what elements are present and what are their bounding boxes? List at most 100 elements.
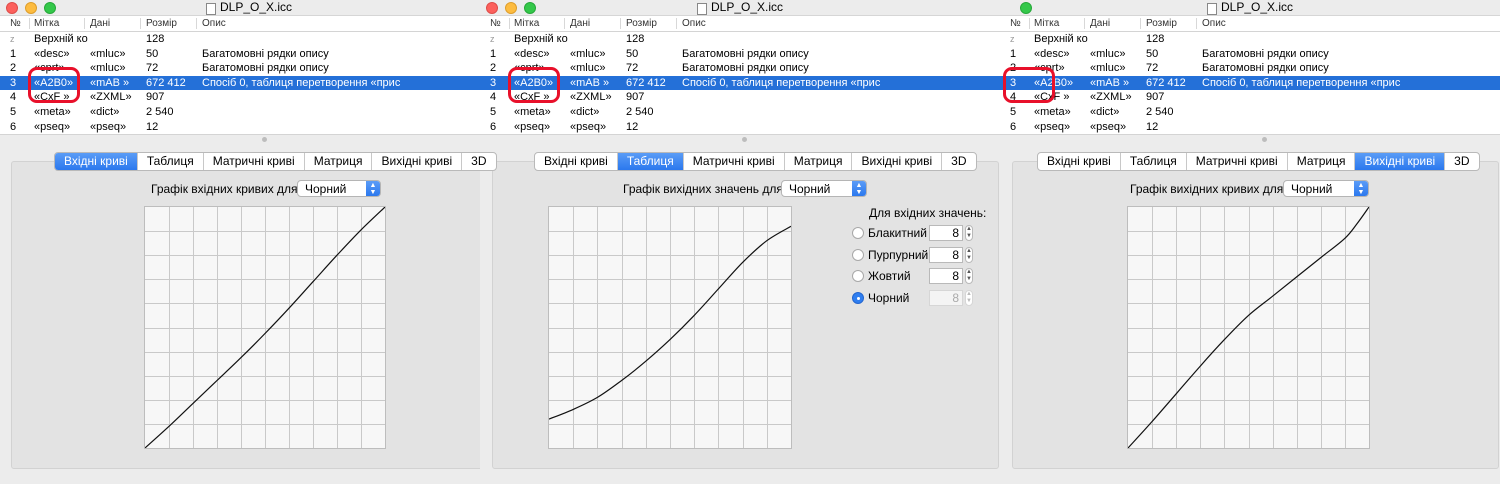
channel-select[interactable]: Чорний ▲ ▼ <box>297 180 381 197</box>
tab-1[interactable]: Таблиця <box>138 153 204 170</box>
table-row[interactable]: 2 «cprt» «mluc» 72 Багатомовні рядки опису <box>480 61 1000 76</box>
close-button[interactable] <box>6 2 18 14</box>
zoom-button[interactable] <box>1020 2 1032 14</box>
tab-5[interactable]: 3D <box>1445 153 1478 170</box>
tab-1[interactable]: Таблиця <box>1121 153 1187 170</box>
table-row[interactable]: 5 «meta» «dict» 2 540 <box>1000 105 1500 120</box>
split-divider[interactable] <box>480 134 1000 143</box>
value-field[interactable]: 8 <box>929 247 963 263</box>
table-row[interactable]: 4 «CxF » «ZXML» 907 <box>0 90 498 105</box>
column-divider[interactable] <box>620 18 621 29</box>
radio-yellow[interactable] <box>852 270 864 282</box>
table-cell-data: «ZXML» <box>1090 91 1132 104</box>
divider-handle[interactable] <box>1262 137 1267 142</box>
table-row[interactable]: 6 «pseq» «pseq» 12 <box>480 120 1000 135</box>
tab-2[interactable]: Матричні криві <box>204 153 305 170</box>
value-field[interactable]: 8 <box>929 225 963 241</box>
value-field[interactable]: 8 <box>929 268 963 284</box>
channel-select[interactable]: Чорний ▲ ▼ <box>1283 180 1369 197</box>
minimize-button[interactable] <box>505 2 517 14</box>
tab-4[interactable]: Вихідні криві <box>372 153 463 170</box>
column-header[interactable]: Розмір <box>626 18 657 29</box>
table-row[interactable]: z Верхній ко 128 <box>1000 32 1500 47</box>
stepper-icon[interactable]: ▲ ▼ <box>965 225 973 241</box>
column-header[interactable]: Розмір <box>146 18 177 29</box>
tab-2[interactable]: Матричні криві <box>1187 153 1288 170</box>
table-row[interactable]: 3 «A2B0» «mAB » 672 412 Спосіб 0, таблиця пе… <box>0 75 498 91</box>
tab-2[interactable]: Матричні криві <box>684 153 785 170</box>
tab-0[interactable]: Вхідні криві <box>55 153 138 170</box>
column-divider[interactable] <box>509 18 510 29</box>
column-divider[interactable] <box>1196 18 1197 29</box>
column-divider[interactable] <box>564 18 565 29</box>
tab-5[interactable]: 3D <box>942 153 975 170</box>
divider-handle[interactable] <box>262 137 267 142</box>
tab-5[interactable]: 3D <box>462 153 495 170</box>
column-divider[interactable] <box>1084 18 1085 29</box>
close-button[interactable] <box>486 2 498 14</box>
channel-select[interactable]: Чорний ▲ ▼ <box>781 180 867 197</box>
table-row[interactable]: 4 «CxF » «ZXML» 907 <box>480 90 1000 105</box>
column-divider[interactable] <box>84 18 85 29</box>
table-row[interactable]: 2 «cprt» «mluc» 72 Багатомовні рядки опису <box>0 61 498 76</box>
tab-3[interactable]: Матриця <box>785 153 853 170</box>
zoom-button[interactable] <box>44 2 56 14</box>
column-divider[interactable] <box>29 18 30 29</box>
window-title: DLP_O_X.icc <box>710 0 784 14</box>
column-divider[interactable] <box>196 18 197 29</box>
split-divider[interactable] <box>0 134 498 143</box>
column-header[interactable]: Опис <box>682 18 706 29</box>
column-header[interactable]: Мітка <box>34 18 59 29</box>
tab-4[interactable]: Вихідні криві <box>1355 153 1446 170</box>
table-cell-no: 1 <box>1010 47 1017 60</box>
column-divider[interactable] <box>1140 18 1141 29</box>
tab-3[interactable]: Матриця <box>1288 153 1356 170</box>
table-row[interactable]: 4 «CxF » «ZXML» 907 <box>1000 90 1500 105</box>
column-divider[interactable] <box>140 18 141 29</box>
table-row[interactable]: z Верхній ко 128 <box>0 32 498 47</box>
table-cell-no: 4 <box>1010 91 1017 104</box>
column-header[interactable]: Опис <box>1202 18 1226 29</box>
column-header[interactable]: Мітка <box>514 18 539 29</box>
table-row[interactable]: 5 «meta» «dict» 2 540 <box>480 105 1000 120</box>
tab-0[interactable]: Вхідні криві <box>535 153 618 170</box>
column-header[interactable]: Дані <box>1090 18 1110 29</box>
column-header[interactable]: Опис <box>202 18 226 29</box>
tab-1[interactable]: Таблиця <box>617 153 684 170</box>
tab-0[interactable]: Вхідні криві <box>1038 153 1121 170</box>
column-divider[interactable] <box>1029 18 1030 29</box>
table-row[interactable]: 2 «cprt» «mluc» 72 Багатомовні рядки опису <box>1000 61 1500 76</box>
table-row[interactable]: z Верхній ко 128 <box>480 32 1000 47</box>
stepper-icon[interactable]: ▲ ▼ <box>965 247 973 263</box>
table-row[interactable]: 6 «pseq» «pseq» 12 <box>0 120 498 135</box>
divider-handle[interactable] <box>742 137 747 142</box>
column-header[interactable]: № <box>10 18 21 29</box>
column-divider[interactable] <box>676 18 677 29</box>
table-cell-data: «mluc» <box>1090 62 1126 75</box>
column-header[interactable]: Дані <box>570 18 590 29</box>
table-row[interactable]: 3 «A2B0» «mAB » 672 412 Спосіб 0, таблиця пе… <box>480 75 1000 91</box>
column-header[interactable]: № <box>490 18 501 29</box>
column-header[interactable]: Розмір <box>1146 18 1177 29</box>
stepper-icon[interactable]: ▲ ▼ <box>965 268 973 284</box>
table-row[interactable]: 1 «desc» «mluc» 50 Багатомовні рядки опису <box>0 47 498 62</box>
table-row[interactable]: 1 «desc» «mluc» 50 Багатомовні рядки опису <box>1000 47 1500 62</box>
table-cell-size: 907 <box>626 91 645 104</box>
table-row[interactable]: 5 «meta» «dict» 2 540 <box>0 105 498 120</box>
column-header[interactable]: Дані <box>90 18 110 29</box>
radio-cyan[interactable] <box>852 227 864 239</box>
minimize-button[interactable] <box>25 2 37 14</box>
table-row[interactable]: 1 «desc» «mluc» 50 Багатомовні рядки опису <box>480 47 1000 62</box>
table-row[interactable]: 6 «pseq» «pseq» 12 <box>1000 120 1500 135</box>
table-row[interactable]: 3 «A2B0» «mAB » 672 412 Спосіб 0, таблиця пе… <box>1000 75 1500 91</box>
column-header[interactable]: № <box>1010 18 1021 29</box>
radio-magenta[interactable] <box>852 249 864 261</box>
radio-black[interactable] <box>852 292 864 304</box>
column-header[interactable]: Мітка <box>1034 18 1059 29</box>
split-divider[interactable] <box>1000 134 1500 143</box>
zoom-button[interactable] <box>524 2 536 14</box>
tab-3[interactable]: Матриця <box>305 153 373 170</box>
tab-4[interactable]: Вихідні криві <box>852 153 943 170</box>
table-cell-desc: Багатомовні рядки опису <box>1202 62 1329 75</box>
document-icon <box>205 2 216 15</box>
